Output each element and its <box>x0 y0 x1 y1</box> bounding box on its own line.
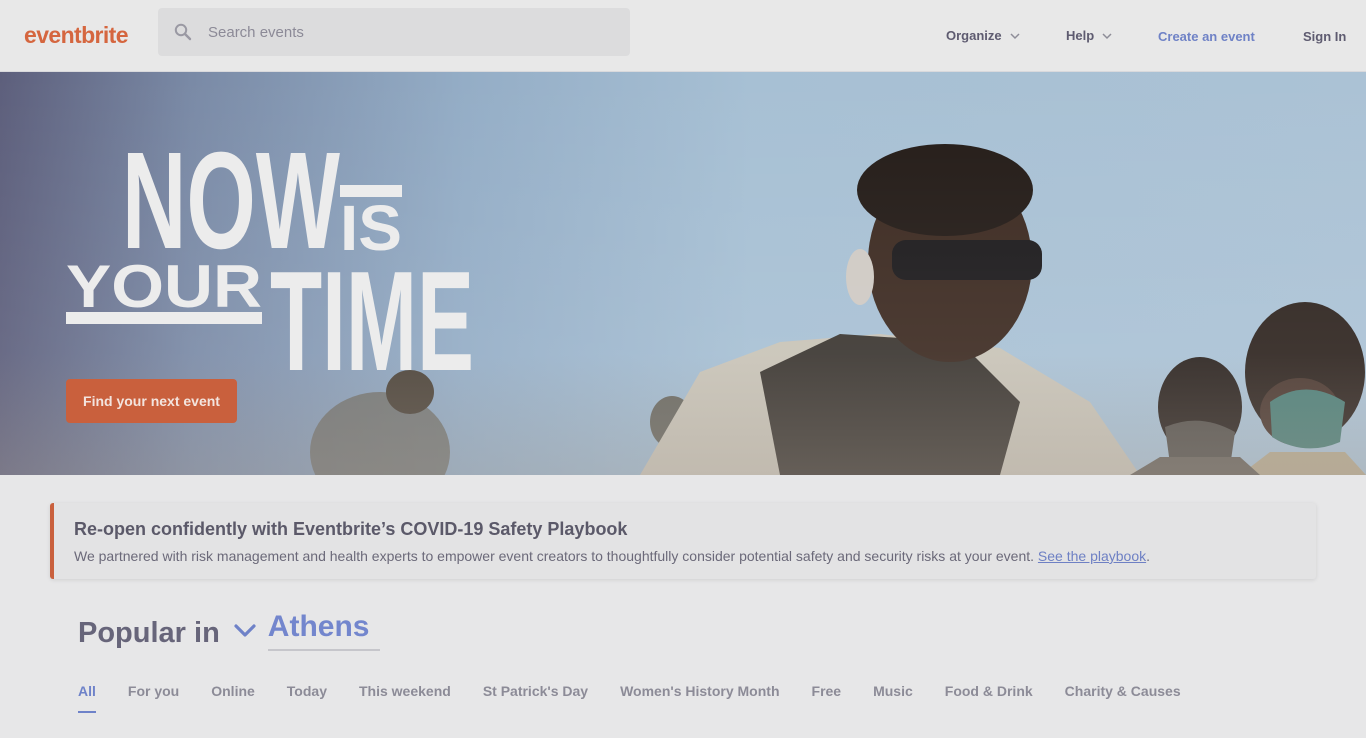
chevron-down-icon[interactable] <box>234 623 256 638</box>
popular-location: Popular in Athens <box>78 610 380 651</box>
search-icon <box>158 23 208 41</box>
headline-your: YOUR <box>66 253 262 320</box>
notice-text: We partnered with risk management and he… <box>74 548 1038 564</box>
help-label: Help <box>1066 28 1095 43</box>
tab-this-weekend[interactable]: This weekend <box>359 683 451 715</box>
notice-end: . <box>1146 548 1151 564</box>
see-playbook-link[interactable]: See the playbook <box>1038 548 1146 564</box>
covid-notice: Re-open confidently with Eventbrite’s CO… <box>50 503 1316 579</box>
tab-food-drink[interactable]: Food & Drink <box>945 683 1033 715</box>
chevron-down-icon <box>1010 28 1020 43</box>
notice-title: Re-open confidently with Eventbrite’s CO… <box>74 519 628 539</box>
location-input[interactable]: Athens <box>267 610 380 651</box>
organize-menu[interactable]: Organize <box>946 28 1020 43</box>
tab-online[interactable]: Online <box>211 683 255 715</box>
tab-free[interactable]: Free <box>812 683 842 715</box>
tab-charity-causes[interactable]: Charity & Causes <box>1065 683 1181 715</box>
headline-time: TIME <box>270 242 474 374</box>
headline-rule-bottom <box>66 312 262 324</box>
create-event-link[interactable]: Create an event <box>1158 29 1255 44</box>
top-header: eventbrite Organize Help Create an event… <box>0 0 1366 72</box>
tab-today[interactable]: Today <box>287 683 327 715</box>
hero-banner: NOW IS YOUR TIME Find your next event <box>0 72 1366 475</box>
sign-in-link[interactable]: Sign In <box>1303 29 1346 44</box>
popular-label: Popular in <box>78 617 220 649</box>
search-input[interactable] <box>208 23 608 41</box>
tab-all[interactable]: All <box>78 683 96 715</box>
chevron-down-icon <box>1102 28 1112 43</box>
help-menu[interactable]: Help <box>1066 28 1112 43</box>
eventbrite-logo[interactable]: eventbrite <box>24 22 129 49</box>
notice-body: We partnered with risk management and he… <box>74 548 1296 564</box>
hero-headline: NOW IS YOUR TIME <box>66 138 474 374</box>
category-tabs: All For you Online Today This weekend St… <box>78 683 1213 715</box>
search-bar[interactable] <box>158 8 630 56</box>
find-event-button[interactable]: Find your next event <box>66 379 237 423</box>
tab-music[interactable]: Music <box>873 683 913 715</box>
tab-for-you[interactable]: For you <box>128 683 179 715</box>
tab-st-patricks-day[interactable]: St Patrick's Day <box>483 683 588 715</box>
tab-womens-history-month[interactable]: Women's History Month <box>620 683 779 715</box>
organize-label: Organize <box>946 28 1002 43</box>
